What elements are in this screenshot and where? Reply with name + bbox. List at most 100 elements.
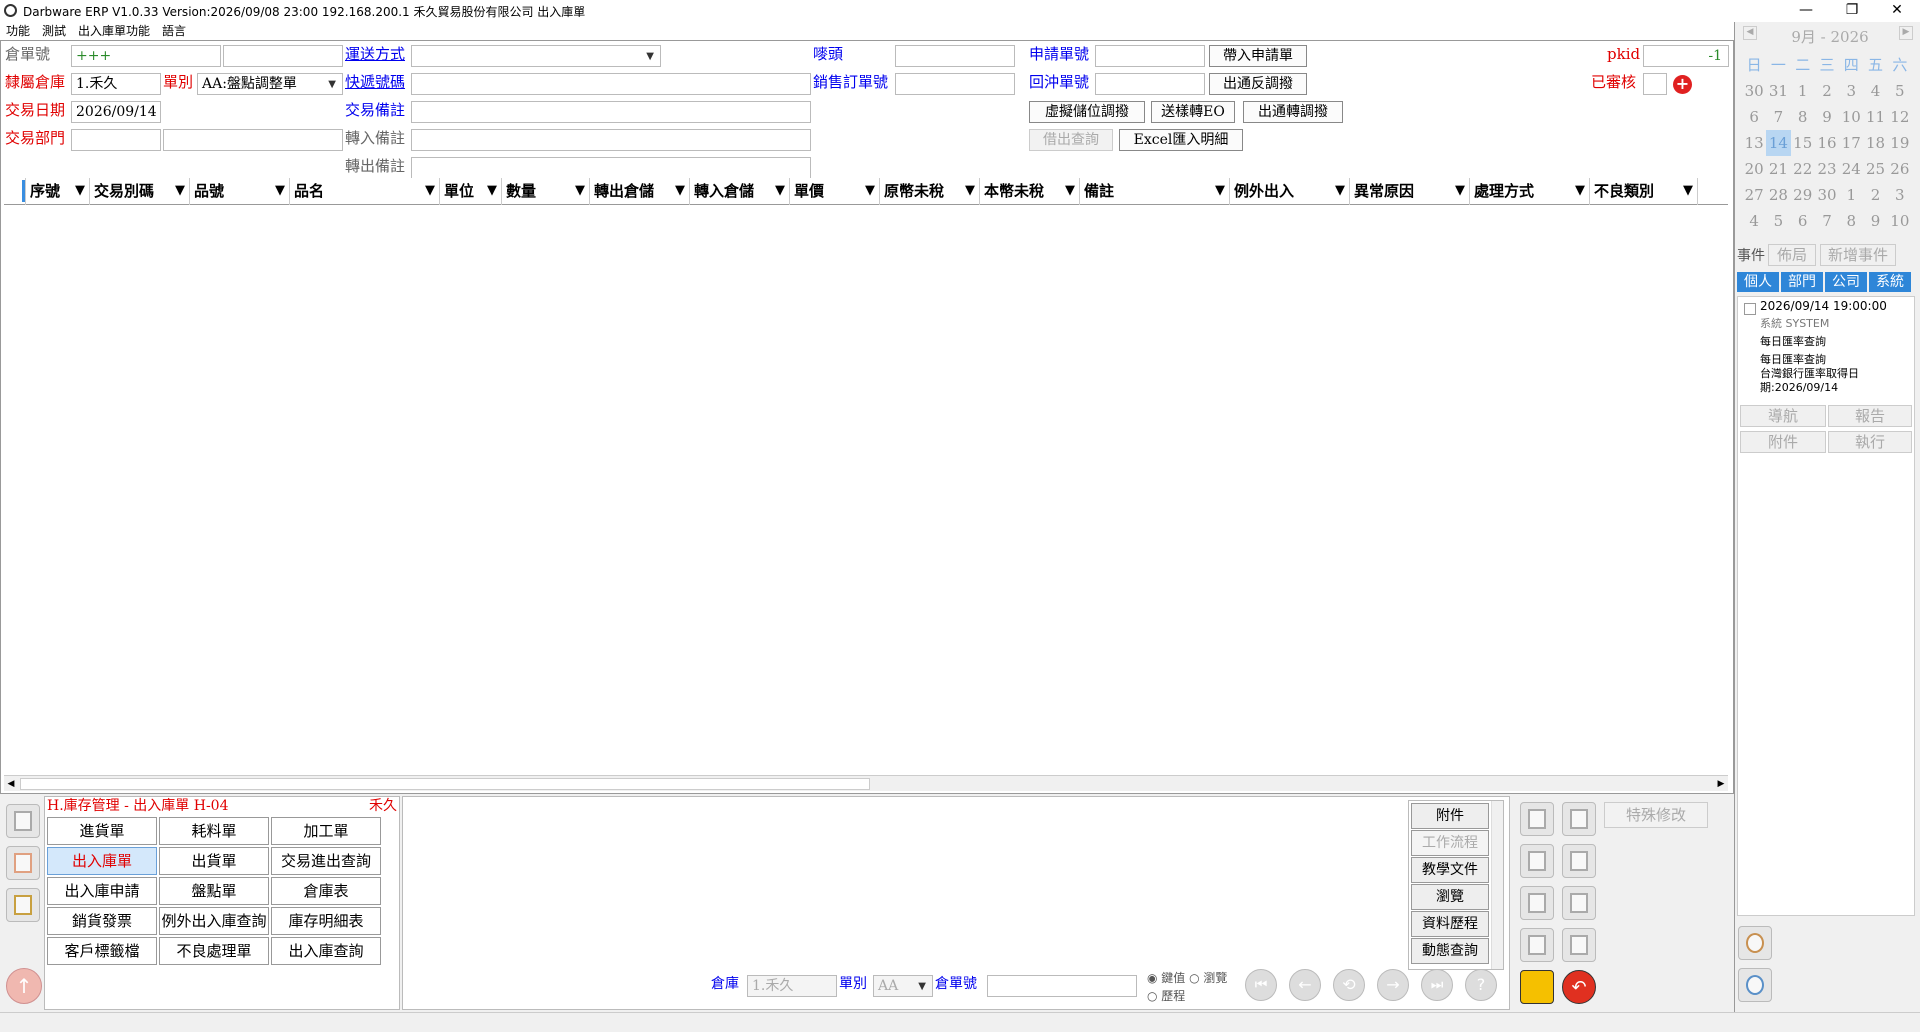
filter-icon[interactable]: ▼: [75, 178, 85, 204]
filter-icon[interactable]: ▼: [1065, 178, 1075, 204]
filter-icon[interactable]: ▼: [175, 178, 185, 204]
warehouse-no-field[interactable]: +++: [71, 45, 221, 67]
virtual-location-button[interactable]: 虛擬儲位調撥: [1029, 101, 1145, 123]
calendar-day[interactable]: 29: [1791, 182, 1815, 208]
warehouse-no-extra-field[interactable]: [223, 45, 343, 67]
filter-icon[interactable]: ▼: [675, 178, 685, 204]
calendar-day[interactable]: 28: [1766, 182, 1790, 208]
search-doc-icon[interactable]: [1562, 928, 1596, 962]
nav-stocktake[interactable]: 盤點單: [159, 877, 269, 905]
add-doc-icon[interactable]: [1520, 844, 1554, 878]
nav-exception-query[interactable]: 例外出入庫查詢: [159, 907, 269, 935]
list-history[interactable]: 資料歷程: [1411, 911, 1489, 937]
trans-note-field[interactable]: [411, 101, 811, 123]
filter-icon[interactable]: ▼: [1335, 178, 1345, 204]
mark-field[interactable]: [895, 45, 1015, 67]
scroll-right-icon[interactable]: ▶: [1714, 777, 1728, 791]
assistant-icon[interactable]: [1738, 926, 1772, 960]
calendar-day[interactable]: 30: [1815, 182, 1839, 208]
search-no-field[interactable]: [987, 975, 1137, 997]
calendar-day[interactable]: 17: [1839, 130, 1863, 156]
refresh-icon[interactable]: ⟲: [1333, 969, 1365, 1001]
nav-stock-detail[interactable]: 庫存明細表: [271, 907, 381, 935]
nav-inout[interactable]: 出入庫單: [47, 847, 157, 875]
filter-icon[interactable]: ▼: [865, 178, 875, 204]
calendar-day[interactable]: 14: [1766, 130, 1791, 156]
col-local-amount[interactable]: 本幣未稅 ▼: [980, 178, 1080, 205]
borrow-query-button[interactable]: 借出查詢: [1029, 129, 1113, 151]
tab-system[interactable]: 系統: [1869, 272, 1911, 292]
calendar-day[interactable]: 18: [1863, 130, 1887, 156]
col-orig-amount[interactable]: 原幣未稅 ▼: [880, 178, 980, 205]
trans-dept-name-field[interactable]: [163, 129, 343, 151]
calendar-day[interactable]: 24: [1839, 156, 1863, 182]
reviewed-checkbox[interactable]: [1643, 73, 1667, 95]
calendar-day[interactable]: 16: [1815, 130, 1839, 156]
warehouse-field[interactable]: 1.禾久: [71, 73, 161, 95]
help-icon[interactable]: ?: [1465, 969, 1497, 1001]
event-attach-button[interactable]: 附件: [1740, 431, 1826, 453]
calendar-day[interactable]: 11: [1863, 104, 1887, 130]
calendar-day[interactable]: 5: [1766, 208, 1790, 234]
trans-date-field[interactable]: 2026/09/14: [71, 101, 161, 123]
radio-key[interactable]: ◉ 鍵值 ○ 瀏覽: [1147, 969, 1227, 986]
filter-icon[interactable]: ▼: [1575, 178, 1585, 204]
radio-history[interactable]: ○ 歷程: [1147, 987, 1185, 1004]
menu-inout-functions[interactable]: 出入庫單功能: [72, 22, 156, 40]
edit-doc-icon[interactable]: [1520, 886, 1554, 920]
col-qty[interactable]: 數量 ▼: [502, 178, 590, 205]
calendar-day[interactable]: 2: [1863, 182, 1887, 208]
col-abnormal-reason[interactable]: 異常原因 ▼: [1350, 178, 1470, 205]
event-checkbox[interactable]: [1744, 303, 1756, 315]
calendar-day[interactable]: 1: [1839, 182, 1863, 208]
in-note-field[interactable]: [411, 129, 811, 151]
calendar-day[interactable]: 12: [1888, 104, 1912, 130]
calendar-day[interactable]: 23: [1815, 156, 1839, 182]
scroll-left-icon[interactable]: ◀: [4, 777, 18, 791]
calendar-day[interactable]: 8: [1839, 208, 1863, 234]
filter-icon[interactable]: ▼: [425, 178, 435, 204]
nav-inout-apply[interactable]: 出入庫申請: [47, 877, 157, 905]
nav-sales-invoice[interactable]: 銷貨發票: [47, 907, 157, 935]
calendar-day[interactable]: 26: [1888, 156, 1912, 182]
add-icon[interactable]: +: [1673, 75, 1692, 94]
next-record-icon[interactable]: →: [1377, 969, 1409, 1001]
calendar-day[interactable]: 9: [1863, 208, 1887, 234]
list-workflow[interactable]: 工作流程: [1411, 830, 1489, 856]
col-price[interactable]: 單價 ▼: [790, 178, 880, 205]
col-trans-code[interactable]: 交易別碼 ▼: [90, 178, 190, 205]
col-in-loc[interactable]: 轉入倉儲 ▼: [690, 178, 790, 205]
filter-icon[interactable]: ▼: [1455, 178, 1465, 204]
ship-method-label[interactable]: 運送方式: [345, 43, 405, 65]
trans-dept-field[interactable]: [71, 129, 161, 151]
doc-icon[interactable]: [6, 804, 40, 838]
upload-icon[interactable]: ↑: [6, 968, 42, 1004]
calendar-day[interactable]: 10: [1839, 104, 1863, 130]
nav-trans-query[interactable]: 交易進出查詢: [271, 847, 381, 875]
col-seq[interactable]: 序號 ▼: [26, 178, 90, 205]
calendar-day[interactable]: 8: [1791, 104, 1815, 130]
bring-apply-button[interactable]: 帶入申請單: [1209, 45, 1307, 67]
calendar-day[interactable]: 19: [1888, 130, 1912, 156]
list-browse[interactable]: 瀏覽: [1411, 884, 1489, 910]
tab-department[interactable]: 部門: [1781, 272, 1823, 292]
calendar-day[interactable]: 7: [1815, 208, 1839, 234]
tab-company[interactable]: 公司: [1825, 272, 1867, 292]
doc-type-select[interactable]: AA:盤點調整單: [197, 73, 343, 95]
calendar-day[interactable]: 9: [1815, 104, 1839, 130]
calendar-day[interactable]: 2: [1815, 78, 1839, 104]
new-doc-icon[interactable]: [1520, 802, 1554, 836]
calendar-day[interactable]: 31: [1766, 78, 1790, 104]
grid-body[interactable]: [4, 205, 1728, 775]
express-no-label[interactable]: 快遞號碼: [345, 71, 405, 93]
search-warehouse-field[interactable]: 1.禾久: [747, 975, 837, 997]
nav-purchase[interactable]: 進貨單: [47, 817, 157, 845]
save-icon[interactable]: [1520, 970, 1554, 1004]
close-button[interactable]: ✕: [1874, 0, 1920, 22]
prev-record-icon[interactable]: ←: [1289, 969, 1321, 1001]
calendar-day[interactable]: 4: [1742, 208, 1766, 234]
col-exception[interactable]: 例外出入 ▼: [1230, 178, 1350, 205]
nav-warehouse-table[interactable]: 倉庫表: [271, 877, 381, 905]
calendar-day[interactable]: 6: [1742, 104, 1766, 130]
calendar-day[interactable]: 5: [1888, 78, 1912, 104]
